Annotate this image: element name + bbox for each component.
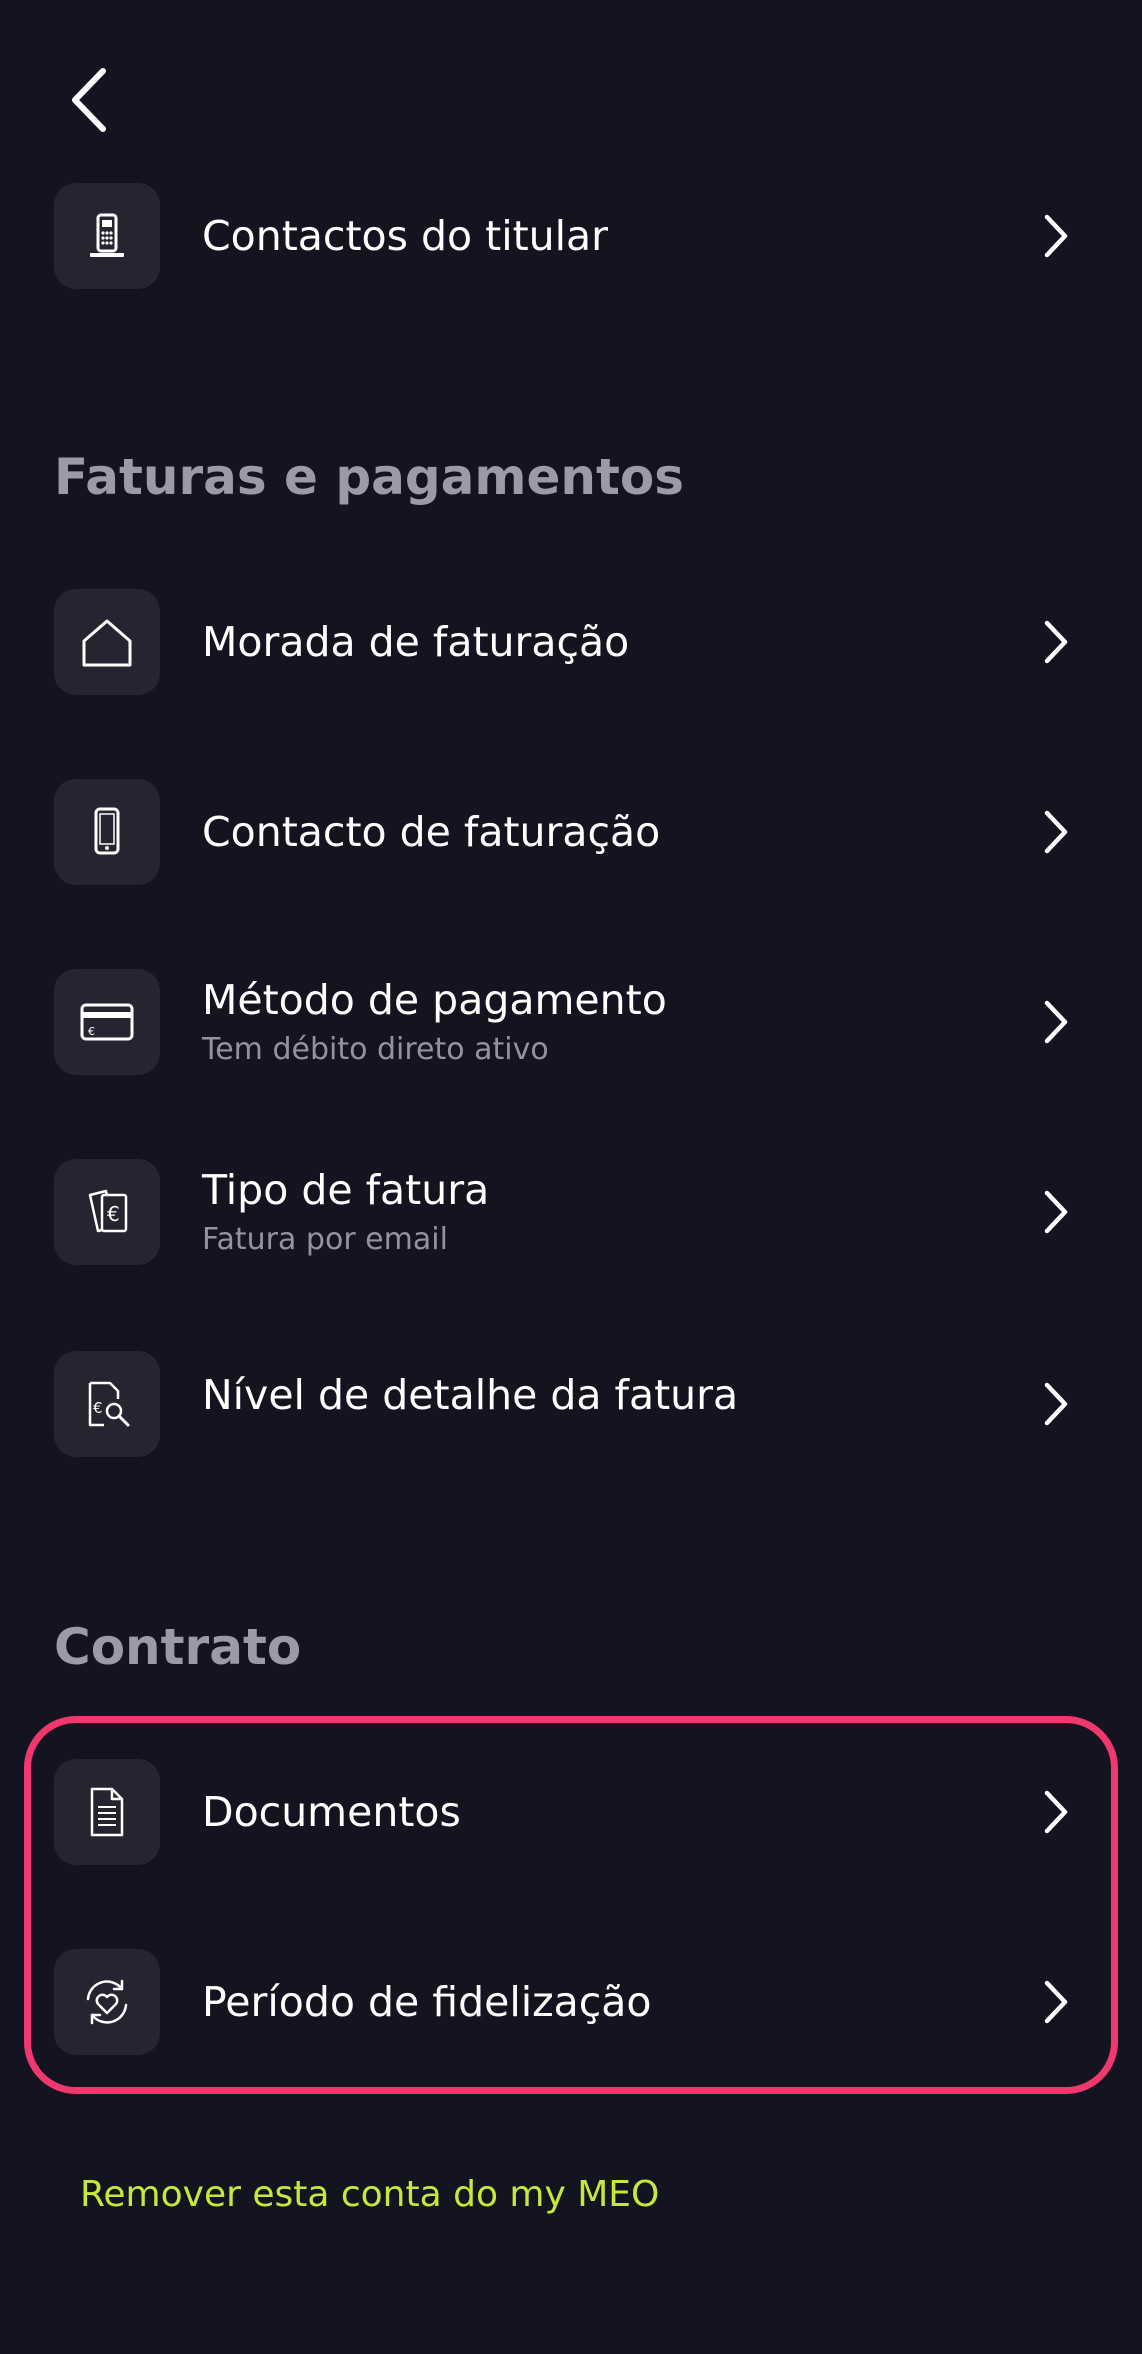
credit-card-icon: € (54, 969, 160, 1075)
contactos-titular-label: Contactos do titular (202, 212, 609, 260)
account-settings-screen: Contactos do titular Faturas e pagamento… (0, 0, 1142, 2354)
chevron-right-icon (1036, 1972, 1076, 2032)
chevron-right-icon (1036, 1182, 1076, 1242)
house-icon (54, 589, 160, 695)
chevron-right-icon (1036, 1782, 1076, 1842)
landline-phone-icon (54, 183, 160, 289)
chevron-right-icon (1036, 612, 1076, 672)
chevron-right-icon (1036, 206, 1076, 266)
document-icon (54, 1759, 160, 1865)
documentos-label: Documentos (202, 1788, 461, 1836)
nivel-detalhe-fatura-item[interactable]: € Nível de detalhe da fatura (0, 1344, 1142, 1464)
contacto-faturacao-label: Contacto de faturação (202, 808, 661, 856)
mobile-phone-icon (54, 779, 160, 885)
billing-section-title: Faturas e pagamentos (54, 448, 685, 506)
chevron-right-icon (1036, 992, 1076, 1052)
metodo-pagamento-subtitle: Tem débito direto ativo (202, 1032, 549, 1067)
tipo-fatura-subtitle: Fatura por email (202, 1222, 448, 1257)
morada-faturacao-item[interactable]: Morada de faturação (0, 582, 1142, 702)
metodo-pagamento-label: Método de pagamento (202, 976, 667, 1024)
chevron-right-icon (1036, 1374, 1076, 1434)
remove-account-link[interactable]: Remover esta conta do my MEO (80, 2170, 659, 2220)
back-button[interactable] (58, 62, 120, 138)
tipo-fatura-item[interactable]: € Tipo de fatura Fatura por email (0, 1152, 1142, 1272)
invoice-search-icon: € (54, 1351, 160, 1457)
contract-section-title: Contrato (54, 1618, 302, 1676)
morada-faturacao-label: Morada de faturação (202, 618, 630, 666)
tipo-fatura-label: Tipo de fatura (202, 1166, 490, 1214)
svg-text:€: € (93, 1399, 103, 1417)
chevron-right-icon (1036, 802, 1076, 862)
contactos-titular-item[interactable]: Contactos do titular (0, 176, 1142, 296)
contacto-faturacao-item[interactable]: Contacto de faturação (0, 772, 1142, 892)
nivel-detalhe-fatura-label: Nível de detalhe da fatura (202, 1371, 739, 1419)
svg-text:€: € (88, 1025, 95, 1038)
heart-refresh-icon (54, 1949, 160, 2055)
chevron-left-icon (72, 68, 106, 132)
svg-text:€: € (107, 1202, 120, 1226)
documentos-item[interactable]: Documentos (0, 1752, 1142, 1872)
periodo-fidelizacao-label: Período de fidelização (202, 1978, 652, 2026)
metodo-pagamento-item[interactable]: € Método de pagamento Tem débito direto … (0, 962, 1142, 1082)
periodo-fidelizacao-item[interactable]: Período de fidelização (0, 1942, 1142, 2062)
euro-invoice-icon: € (54, 1159, 160, 1265)
